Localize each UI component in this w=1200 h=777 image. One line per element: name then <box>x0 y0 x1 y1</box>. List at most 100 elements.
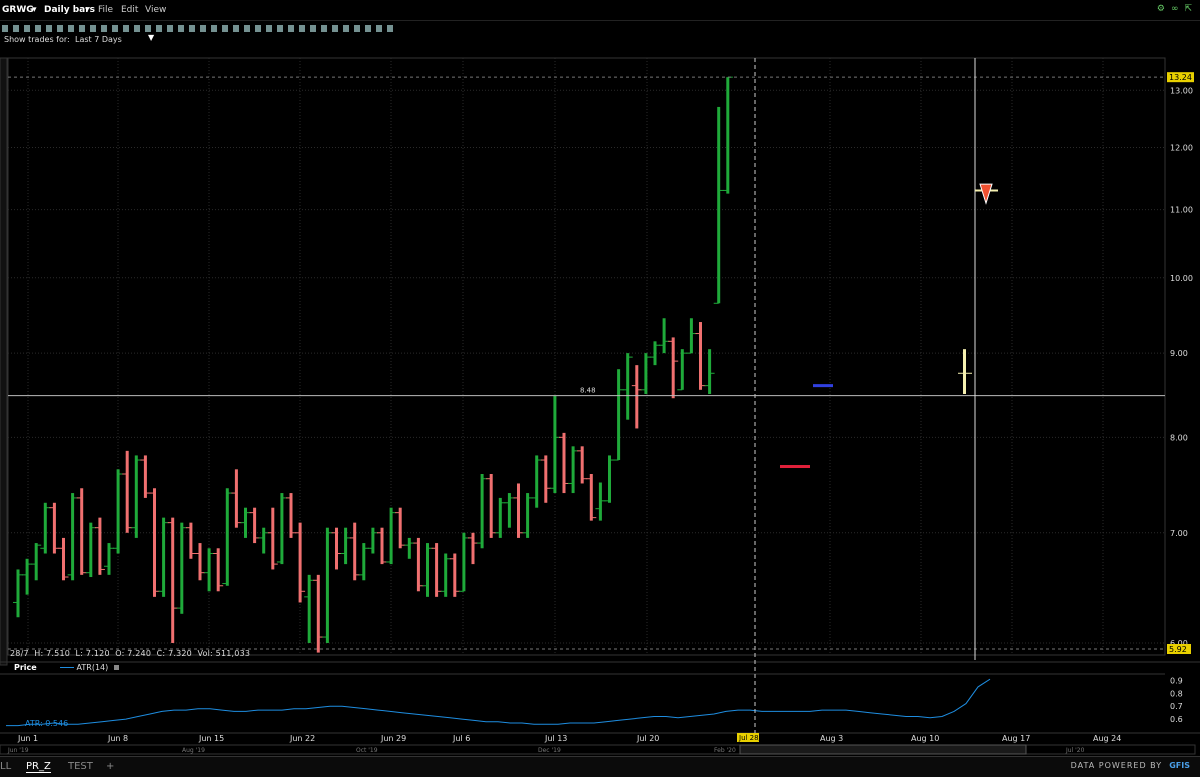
ohlc-bar-range <box>699 322 702 390</box>
ohlc-bar <box>276 493 287 565</box>
ohlc-bar-range <box>80 488 84 575</box>
cursor-date-text: Jul 28/7 <box>738 734 765 742</box>
price-tick-label: 7.00 <box>1170 529 1188 538</box>
ohlc-bar <box>595 482 606 521</box>
ohlc-bar-range <box>453 553 457 597</box>
ohlc-bar-range <box>162 517 166 597</box>
ohlc-bar <box>76 488 87 575</box>
ohlc-bar-range <box>225 488 229 586</box>
ohlc-bar <box>58 537 69 581</box>
overview-label: Feb '20 <box>714 747 736 754</box>
ohlc-bar <box>440 553 451 597</box>
ohlc-bar <box>695 322 706 390</box>
ohlc-bar <box>222 488 233 586</box>
ohlc-bar-range <box>407 537 411 559</box>
ohlc-bar-range <box>480 473 484 549</box>
ohlc-bar-range <box>598 482 602 521</box>
ohlc-bar <box>722 76 733 194</box>
ohlc-bar-range <box>517 483 520 538</box>
study-panel-price-label[interactable]: Price <box>14 663 37 672</box>
ohlc-bar-range <box>98 517 102 575</box>
ohlc-bar-range <box>626 353 630 420</box>
ohlc-bar-range <box>52 502 56 554</box>
ohlc-bar-range <box>125 450 129 533</box>
ohlc-bar-range <box>198 543 202 581</box>
overview-label: Aug '19 <box>182 747 205 754</box>
date-tick-label: Jul 20 <box>636 734 659 743</box>
add-tab-button[interactable]: + <box>106 761 114 772</box>
date-tick-label: Jun 29 <box>380 734 406 743</box>
ohlc-bar <box>504 493 515 528</box>
ohlc-bar <box>559 432 569 494</box>
atr-tick-label: 0.8 <box>1170 689 1183 698</box>
overview-label: Jul '20 <box>1065 747 1085 754</box>
overview-label: Dec '19 <box>538 747 561 754</box>
study-panel-atr-label[interactable]: ATR(14) <box>60 663 119 672</box>
date-tick-label: Jun 8 <box>107 734 128 743</box>
bar-info-close: C: 7.320 <box>156 649 192 658</box>
ohlc-bar-range <box>608 455 611 503</box>
ohlc-bar <box>22 558 33 595</box>
ohlc-bar-range <box>489 473 493 538</box>
last-price-tag-text: 13.24 <box>1169 73 1192 82</box>
ohlc-bar <box>40 502 51 554</box>
ohlc-bar-range <box>344 527 348 565</box>
ohlc-bar-range <box>89 522 93 578</box>
ohlc-bar <box>122 450 133 533</box>
ohlc-bar-range <box>444 553 448 597</box>
ohlc-bar-range <box>34 543 38 581</box>
ohlc-bar <box>650 341 660 366</box>
ohlc-bar-range <box>180 522 184 614</box>
ohlc-bar-range <box>335 527 338 570</box>
ohlc-bar <box>413 537 424 592</box>
ohlc-bar <box>167 517 178 643</box>
overview-thumb[interactable] <box>739 744 1027 755</box>
ohlc-bar <box>477 473 488 549</box>
ohlc-bar <box>486 473 497 538</box>
ohlc-bar-range <box>234 469 238 528</box>
date-tick-label: Aug 3 <box>820 734 843 743</box>
atr-line <box>6 678 991 727</box>
ohlc-bar-range <box>216 548 220 592</box>
tab-test[interactable]: TEST <box>68 761 93 772</box>
ohlc-bar <box>586 473 597 521</box>
bar-info-high: H: 7.510 <box>34 649 71 658</box>
ohlc-bar-range <box>708 349 712 394</box>
ohlc-bar <box>331 527 342 570</box>
ohlc-bar <box>340 527 351 565</box>
ohlc-bar <box>140 455 151 498</box>
low-price-tag-text: 5.92 <box>1169 645 1187 654</box>
ohlc-bar-range <box>562 432 566 494</box>
ohlc-bar-range <box>71 493 75 581</box>
atr-tick-label: 0.7 <box>1170 702 1183 711</box>
gfis-logo: GFIS <box>1169 761 1190 770</box>
chart-overlays: 13.24 5.92 8.48 Jul 28/7 <box>8 58 1194 742</box>
ohlc-bar-range <box>143 455 147 498</box>
trade-marker-sell <box>780 465 810 469</box>
ohlc-bar-range <box>644 353 648 394</box>
ohlc-bar-range <box>371 527 375 554</box>
price-chart[interactable]: 13.0012.0011.0010.009.008.007.006.00 Jun… <box>0 0 1200 776</box>
ohlc-bar <box>659 318 670 354</box>
tab-pr-z[interactable]: PR_Z <box>26 761 51 773</box>
ohlc-bar <box>204 548 215 592</box>
ohlc-bar <box>549 395 560 494</box>
date-tick-label: Jun 1 <box>17 734 38 743</box>
tab-all[interactable]: LL <box>0 761 11 772</box>
ohlc-bar-range <box>134 455 138 538</box>
ohlc-bar <box>131 455 142 538</box>
left-scrollbar[interactable] <box>0 57 8 666</box>
ohlc-bar <box>295 522 306 603</box>
bar-info-open: O: 7.240 <box>115 649 152 658</box>
ohlc-bar-range <box>671 337 675 399</box>
ohlc-bar <box>185 522 196 559</box>
ohlc-bar <box>349 522 360 581</box>
ohlc-bar <box>313 574 324 653</box>
ohlc-bar <box>195 543 205 581</box>
bar-info-date: 28/7 <box>10 649 29 658</box>
price-tick-label: 13.00 <box>1170 86 1193 95</box>
atr-tick-label: 0.6 <box>1170 715 1183 724</box>
ohlc-bar-range <box>171 517 175 643</box>
ohlc-bar <box>540 455 551 503</box>
atr-close-icon[interactable] <box>113 665 119 670</box>
